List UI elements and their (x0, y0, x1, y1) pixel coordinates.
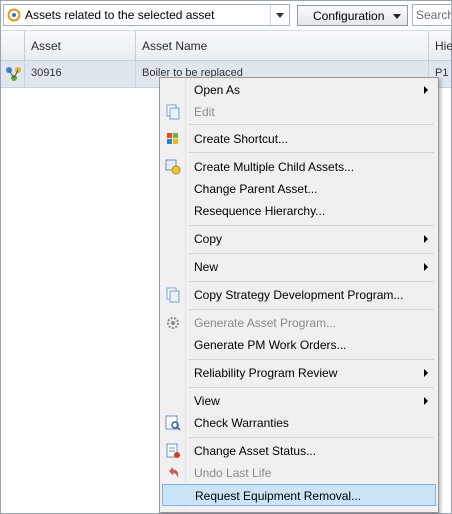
menu-separator (189, 281, 434, 282)
menu-item-request-equipment-removal[interactable]: Request Equipment Removal... (162, 484, 436, 506)
submenu-arrow-icon (424, 235, 428, 243)
copy-icon (166, 287, 180, 303)
configuration-label: Configuration (313, 9, 385, 23)
column-header-asset-name[interactable]: Asset Name (136, 31, 429, 60)
submenu-arrow-icon (424, 263, 428, 271)
context-menu: Open As Edit Create Shortcut... Create M… (159, 77, 439, 513)
submenu-arrow-icon (424, 369, 428, 377)
cell-asset: 30916 (25, 61, 136, 87)
menu-separator (189, 253, 434, 254)
menu-item-generate-asset-program[interactable]: Generate Asset Program... (162, 312, 436, 334)
menu-item-edit[interactable]: Edit (162, 101, 436, 123)
menu-item-reliability-program-review[interactable]: Reliability Program Review (162, 362, 436, 384)
relation-filter-dropdown[interactable]: Assets related to the selected asset (3, 4, 290, 26)
menu-item-copy-strategy-development-program[interactable]: Copy Strategy Development Program... (162, 284, 436, 306)
undo-icon (169, 467, 179, 478)
asset-relations-panel: Assets related to the selected asset Con… (0, 0, 452, 514)
edit-icon (166, 104, 180, 120)
relation-filter-value: Assets related to the selected asset (25, 8, 215, 22)
menu-item-generate-pm-work-orders[interactable]: Generate PM Work Orders... (162, 334, 436, 356)
menu-separator (189, 309, 434, 310)
toolbar: Assets related to the selected asset Con… (1, 1, 452, 31)
chevron-down-icon[interactable] (270, 5, 289, 25)
search-input[interactable]: Search A (412, 4, 452, 26)
menu-separator (189, 124, 434, 125)
configuration-button[interactable]: Configuration (297, 5, 408, 26)
menu-item-check-warranties[interactable]: Check Warranties (162, 412, 436, 434)
asset-hierarchy-icon (6, 67, 21, 81)
menu-separator (189, 225, 434, 226)
menu-item-open-as[interactable]: Open As (162, 79, 436, 101)
search-placeholder: Search A (416, 8, 452, 22)
status-document-icon (166, 443, 180, 458)
menu-item-create-shortcut[interactable]: Create Shortcut... (162, 128, 436, 150)
submenu-arrow-icon (424, 397, 428, 405)
column-header-icon[interactable] (1, 31, 25, 60)
warranty-search-icon (165, 415, 181, 431)
menu-separator (189, 387, 434, 388)
gear-icon (167, 317, 179, 329)
relation-icon (7, 8, 21, 22)
row-icon-cell (1, 61, 25, 87)
menu-separator (189, 359, 434, 360)
menu-separator (189, 152, 434, 153)
column-header-asset[interactable]: Asset (25, 31, 136, 60)
menu-separator (189, 437, 434, 438)
windows-shortcut-icon (167, 133, 178, 144)
menu-item-resequence-hierarchy[interactable]: Resequence Hierarchy... (162, 200, 436, 222)
chevron-down-icon (393, 14, 401, 19)
menu-item-undo-last-life[interactable]: Undo Last Life (162, 462, 436, 484)
menu-item-change-parent-asset[interactable]: Change Parent Asset... (162, 178, 436, 200)
column-header-hierarchy[interactable]: Hie (429, 31, 452, 60)
grid-header: Asset Asset Name Hie (1, 31, 452, 61)
menu-item-view[interactable]: View (162, 390, 436, 412)
menu-item-change-asset-status[interactable]: Change Asset Status... (162, 440, 436, 462)
submenu-arrow-icon (424, 86, 428, 94)
menu-item-copy[interactable]: Copy (162, 228, 436, 250)
menu-item-create-multiple-child-assets[interactable]: Create Multiple Child Assets... (162, 156, 436, 178)
menu-item-new[interactable]: New (162, 256, 436, 278)
child-assets-icon (165, 159, 181, 175)
